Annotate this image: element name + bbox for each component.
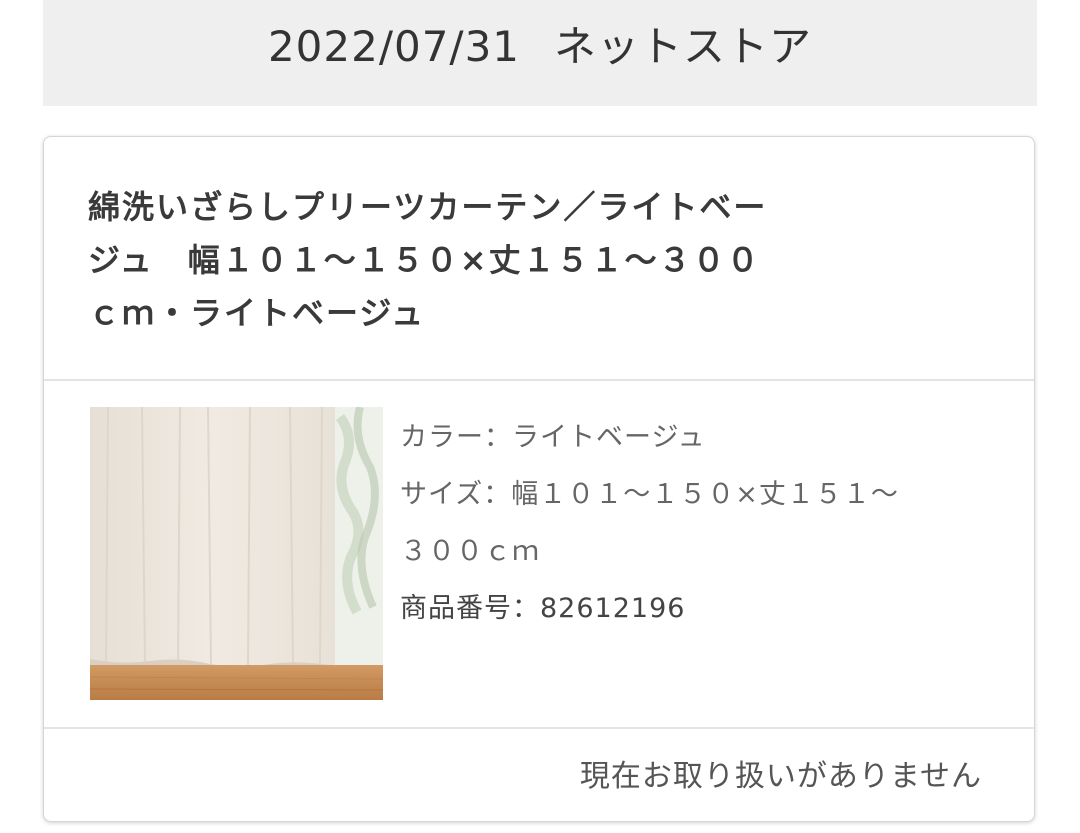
item-number-spec: 商品番号：82612196 [400,580,1000,637]
availability-section: 現在お取り扱いがありません [44,729,1034,821]
size-spec-continued: ３００ｃｍ [400,523,1000,580]
date-store-header: 2022/07/31 ネットストア [43,0,1037,106]
size-value: 幅１０１～１５０×丈１５１～ [511,479,899,510]
order-date: 2022/07/31 [267,21,521,71]
store-name: ネットストア [554,21,813,71]
curtain-photo-icon [90,407,383,700]
header-text: 2022/07/31 ネットストア [268,13,812,74]
product-image[interactable] [90,407,383,700]
product-title-line: ジュ 幅１０１～１５０×丈１５１～３００ [88,241,761,279]
size-spec: サイズ：幅１０１～１５０×丈１５１～ [400,466,1000,523]
availability-status: 現在お取り扱いがありません [579,759,982,794]
size-value-continued: ３００ｃｍ [400,536,540,567]
product-title-line: 綿洗いざらしプリーツカーテン／ライトベー [88,188,768,226]
product-card: 綿洗いざらしプリーツカーテン／ライトベー ジュ 幅１０１～１５０×丈１５１～３０… [43,136,1035,822]
product-title-line: ｃｍ・ライトベージュ [88,294,426,332]
color-spec: カラー：ライトベージュ [400,409,1000,466]
product-detail-section: カラー：ライトベージュ サイズ：幅１０１～１５０×丈１５１～ ３００ｃｍ 商品番… [44,381,1034,729]
item-number-value: 82612196 [540,593,686,624]
product-title[interactable]: 綿洗いざらしプリーツカーテン／ライトベー ジュ 幅１０１～１５０×丈１５１～３０… [88,181,848,340]
color-label: カラー： [400,422,512,453]
product-specs: カラー：ライトベージュ サイズ：幅１０１～１５０×丈１５１～ ３００ｃｍ 商品番… [400,409,1000,637]
item-number-label: 商品番号： [400,593,540,624]
color-value: ライトベージュ [512,422,706,453]
size-label: サイズ： [400,479,512,510]
product-title-section: 綿洗いざらしプリーツカーテン／ライトベー ジュ 幅１０１～１５０×丈１５１～３０… [44,137,1034,381]
order-history-page: 2022/07/31 ネットストア 綿洗いざらしプリーツカーテン／ライトベー ジュ… [0,0,1080,833]
